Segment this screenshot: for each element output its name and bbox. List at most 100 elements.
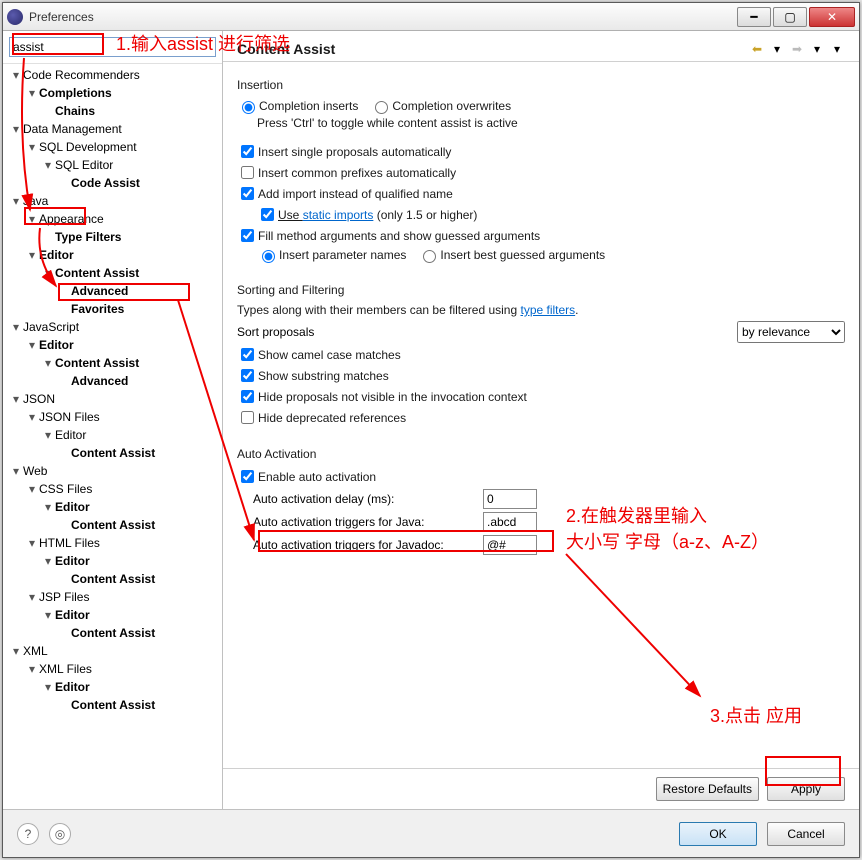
tree-node[interactable]: Favorites [7, 300, 218, 318]
tree-node[interactable]: Advanced [7, 282, 218, 300]
tree-node[interactable]: Advanced [7, 372, 218, 390]
tree-node[interactable]: ▾Code Recommenders [7, 66, 218, 84]
expand-icon: ▾ [43, 426, 53, 444]
tree-node-label: Content Assist [69, 698, 157, 712]
tree-node[interactable]: ▾Web [7, 462, 218, 480]
auto-javadoc-triggers-label: Auto activation triggers for Javadoc: [253, 538, 483, 552]
insert-param-names-radio[interactable] [262, 250, 275, 263]
expand-icon: ▾ [27, 480, 37, 498]
tree-node[interactable]: Content Assist [7, 624, 218, 642]
hide-deprecated-checkbox[interactable] [241, 411, 254, 424]
tree-node-label: XML [21, 644, 50, 658]
tree-node-label: Content Assist [53, 266, 141, 280]
completion-inserts-radio[interactable] [242, 101, 255, 114]
tree-node[interactable]: ▾Editor [7, 606, 218, 624]
tree-node-label: Editor [53, 608, 92, 622]
hide-proposals-checkbox[interactable] [241, 390, 254, 403]
tree-node[interactable]: ▾XML Files [7, 660, 218, 678]
tree-node[interactable]: ▾Content Assist [7, 264, 218, 282]
insert-prefix-checkbox[interactable] [241, 166, 254, 179]
camel-case-checkbox[interactable] [241, 348, 254, 361]
close-button[interactable]: ✕ [809, 7, 855, 27]
tree-node[interactable]: ▾Editor [7, 678, 218, 696]
tree-node[interactable]: ▾SQL Development [7, 138, 218, 156]
tree-node[interactable]: ▾Editor [7, 246, 218, 264]
enable-auto-activation-label: Enable auto activation [258, 470, 376, 484]
tree-node[interactable]: ▾Completions [7, 84, 218, 102]
tree-node[interactable]: ▾CSS Files [7, 480, 218, 498]
insert-single-checkbox[interactable] [241, 145, 254, 158]
camel-case-label: Show camel case matches [258, 348, 401, 362]
page-title: Content Assist [237, 41, 745, 57]
static-imports-label: Use static imports (only 1.5 or higher) [278, 208, 477, 222]
enable-auto-activation-checkbox[interactable] [241, 470, 254, 483]
tree-node[interactable]: ▾Editor [7, 498, 218, 516]
tree-node[interactable]: Content Assist [7, 444, 218, 462]
tree-node[interactable]: ▾Java [7, 192, 218, 210]
hide-deprecated-label: Hide deprecated references [258, 411, 406, 425]
tree-node[interactable]: ▾JavaScript [7, 318, 218, 336]
tree-node-label: Editor [53, 500, 92, 514]
expand-icon: ▾ [11, 66, 21, 84]
ok-button[interactable]: OK [679, 822, 757, 846]
tree-node[interactable]: ▾Appearance [7, 210, 218, 228]
sort-proposals-select[interactable]: by relevance [737, 321, 845, 343]
tree-node[interactable]: ▾Content Assist [7, 354, 218, 372]
tree-node-label: CSS Files [37, 482, 94, 496]
fill-args-checkbox[interactable] [241, 229, 254, 242]
expand-icon: ▾ [27, 534, 37, 552]
tree-node[interactable]: ▾XML [7, 642, 218, 660]
tree-node[interactable]: ▾Editor [7, 552, 218, 570]
back-menu-icon[interactable]: ▾ [769, 41, 785, 57]
type-filters-link[interactable]: type filters [520, 303, 575, 317]
tree-node[interactable]: ▾Data Management [7, 120, 218, 138]
auto-javadoc-triggers-input[interactable] [483, 535, 537, 555]
minimize-button[interactable]: ━ [737, 7, 771, 27]
import-export-icon[interactable]: ◎ [49, 823, 71, 845]
hide-proposals-label: Hide proposals not visible in the invoca… [258, 390, 527, 404]
restore-defaults-button[interactable]: Restore Defaults [656, 777, 759, 801]
tree-node[interactable]: ▾JSP Files [7, 588, 218, 606]
cancel-button[interactable]: Cancel [767, 822, 845, 846]
tree-node[interactable]: ▾Editor [7, 426, 218, 444]
completion-overwrites-radio[interactable] [375, 101, 388, 114]
tree-node[interactable]: Content Assist [7, 696, 218, 714]
forward-menu-icon[interactable]: ▾ [809, 41, 825, 57]
tree-node[interactable]: Content Assist [7, 570, 218, 588]
tree-node[interactable]: ▾Editor [7, 336, 218, 354]
tree-node[interactable]: Type Filters [7, 228, 218, 246]
add-import-label: Add import instead of qualified name [258, 187, 453, 201]
insert-best-guessed-radio[interactable] [423, 250, 436, 263]
tree-node[interactable]: ▾JSON [7, 390, 218, 408]
tree-node-label: Type Filters [53, 230, 123, 244]
back-icon[interactable]: ⬅ [749, 41, 765, 57]
tree-node[interactable]: Chains [7, 102, 218, 120]
tree-node-label: Editor [53, 554, 92, 568]
expand-icon: ▾ [43, 498, 53, 516]
tree-node-label: Java [21, 194, 50, 208]
tree-node[interactable]: Code Assist [7, 174, 218, 192]
tree-node[interactable]: ▾SQL Editor [7, 156, 218, 174]
view-menu-icon[interactable]: ▾ [829, 41, 845, 57]
tree-node[interactable]: ▾HTML Files [7, 534, 218, 552]
preferences-tree[interactable]: ▾Code Recommenders▾CompletionsChains▾Dat… [3, 63, 222, 809]
tree-node[interactable]: ▾JSON Files [7, 408, 218, 426]
static-imports-link[interactable]: static imports [303, 208, 374, 222]
static-imports-checkbox[interactable] [261, 208, 274, 221]
tree-node[interactable]: Content Assist [7, 516, 218, 534]
window-title: Preferences [29, 10, 737, 24]
forward-icon[interactable]: ➡ [789, 41, 805, 57]
maximize-button[interactable]: ▢ [773, 7, 807, 27]
expand-icon: ▾ [27, 210, 37, 228]
add-import-checkbox[interactable] [241, 187, 254, 200]
titlebar: Preferences ━ ▢ ✕ [3, 3, 859, 31]
auto-delay-input[interactable] [483, 489, 537, 509]
filter-input[interactable] [9, 37, 216, 57]
auto-activation-section-title: Auto Activation [237, 447, 845, 461]
expand-icon: ▾ [11, 642, 21, 660]
apply-button[interactable]: Apply [767, 777, 845, 801]
auto-java-triggers-input[interactable] [483, 512, 537, 532]
tree-node-label: Code Assist [69, 176, 142, 190]
help-icon[interactable]: ? [17, 823, 39, 845]
substring-checkbox[interactable] [241, 369, 254, 382]
